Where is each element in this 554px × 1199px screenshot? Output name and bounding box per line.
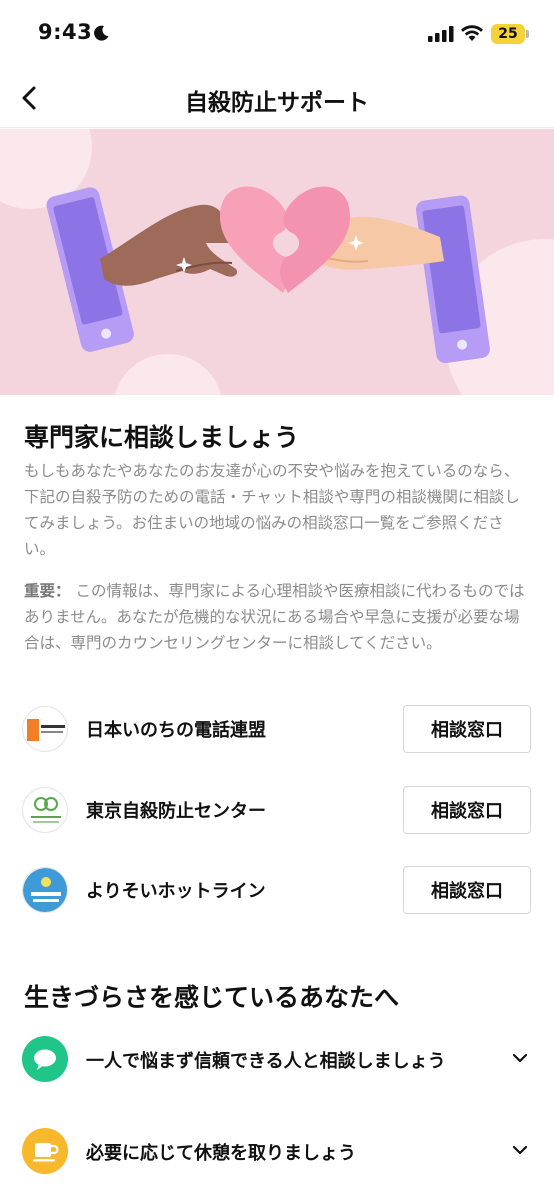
hero-illustration [0,129,554,395]
coffee-cup-icon [22,1128,68,1174]
yorisoi-hotline-logo [22,867,68,913]
status-bar: 9:43 25 [0,0,554,70]
consult-window-button[interactable]: 相談窓口 [403,866,531,914]
important-label: 重要： [24,582,71,600]
section-title-tips: 生きづらさを感じているあなたへ [24,983,400,1012]
status-time: 9:43 [38,20,93,44]
heart-puzzle-illustration [0,129,554,395]
inochi-no-denwa-logo [22,706,68,752]
tokyo-suicide-prevention-logo [22,787,68,833]
tip-item[interactable]: 一人で悩まず信頼できる人と相談しましょう [0,1030,554,1090]
wifi-icon [461,25,483,41]
page-title: 自殺防止サポート [185,90,369,116]
consult-window-button[interactable]: 相談窓口 [403,705,531,753]
consult-window-button[interactable]: 相談窓口 [403,786,531,834]
signal-icon [428,26,454,42]
tip-label: 必要に応じて休憩を取りましょう [86,1143,356,1164]
battery-indicator: 25 [491,24,525,44]
chevron-down-icon[interactable] [510,1050,530,1066]
battery-cap [526,30,529,38]
tip-item[interactable]: 必要に応じて休憩を取りましょう [0,1122,554,1182]
chat-bubble-icon [22,1036,68,1082]
important-notice: 重要： この情報は、専門家による心理相談や医療相談に代わるものではありません。あ… [24,578,532,656]
moon-icon [94,25,109,41]
chevron-down-icon[interactable] [510,1142,530,1158]
list-item: 日本いのちの電話連盟 相談窓口 [0,699,554,759]
org-name: 日本いのちの電話連盟 [86,720,266,741]
section-title-consult: 専門家に相談しましょう [24,423,300,452]
important-text: この情報は、専門家による心理相談や医療相談に代わるものではありません。あなたが危… [24,582,525,652]
tip-label: 一人で悩まず信頼できる人と相談しましょう [86,1051,446,1072]
section-description: もしもあなたやあなたのお友達が心の不安や悩みを抱えているのなら、下記の自殺予防の… [24,462,520,558]
org-name: 東京自殺防止センター [86,801,266,822]
list-item: 東京自殺防止センター 相談窓口 [0,780,554,840]
navigation-bar: 自殺防止サポート [0,70,554,128]
org-name: よりそいホットライン [86,881,266,902]
list-item: よりそいホットライン 相談窓口 [0,860,554,920]
